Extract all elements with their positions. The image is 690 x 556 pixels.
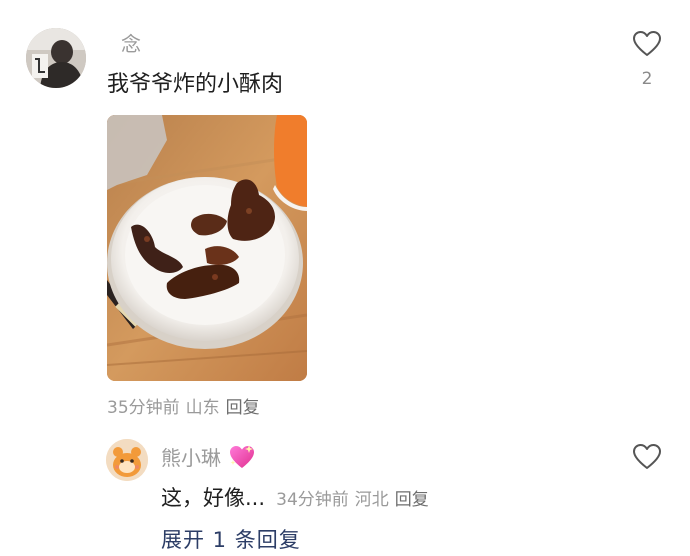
comment-time: 35分钟前 bbox=[107, 398, 180, 418]
avatar-cartoon bbox=[106, 439, 148, 481]
replier-avatar[interactable] bbox=[106, 439, 148, 481]
reply-text: 这，好像... bbox=[161, 486, 266, 510]
like-button[interactable] bbox=[632, 30, 662, 58]
food-photo-image bbox=[107, 115, 307, 381]
reply-reply-button[interactable]: 回复 bbox=[395, 490, 429, 510]
comment-text: 我爷爷炸的小酥肉 bbox=[107, 72, 284, 97]
expand-replies-button[interactable]: 展开 1 条回复 bbox=[161, 524, 301, 554]
reply-location: 河北 bbox=[354, 490, 389, 510]
replier-username[interactable]: 熊小琳 bbox=[161, 446, 221, 470]
sparkling-heart-icon bbox=[228, 444, 256, 475]
like-count: 2 bbox=[641, 69, 653, 89]
comment-photo[interactable] bbox=[107, 115, 307, 381]
replier-name-row: 熊小琳 bbox=[161, 442, 256, 475]
commenter-avatar[interactable] bbox=[26, 28, 86, 88]
reply-like-button[interactable] bbox=[632, 443, 662, 471]
comment-location: 山东 bbox=[185, 398, 220, 418]
commenter-username[interactable]: 念 bbox=[121, 28, 141, 57]
heart-outline-icon bbox=[633, 31, 661, 56]
avatar-photo bbox=[26, 28, 86, 88]
reply-body: 这，好像... 34分钟前 河北 回复 bbox=[161, 482, 435, 512]
heart-outline-icon bbox=[633, 444, 661, 469]
comment-meta: 35分钟前 山东 回复 bbox=[107, 393, 266, 418]
reply-time: 34分钟前 bbox=[276, 490, 349, 510]
reply-meta: 34分钟前 河北 回复 bbox=[276, 490, 435, 510]
reply-button[interactable]: 回复 bbox=[226, 398, 260, 418]
